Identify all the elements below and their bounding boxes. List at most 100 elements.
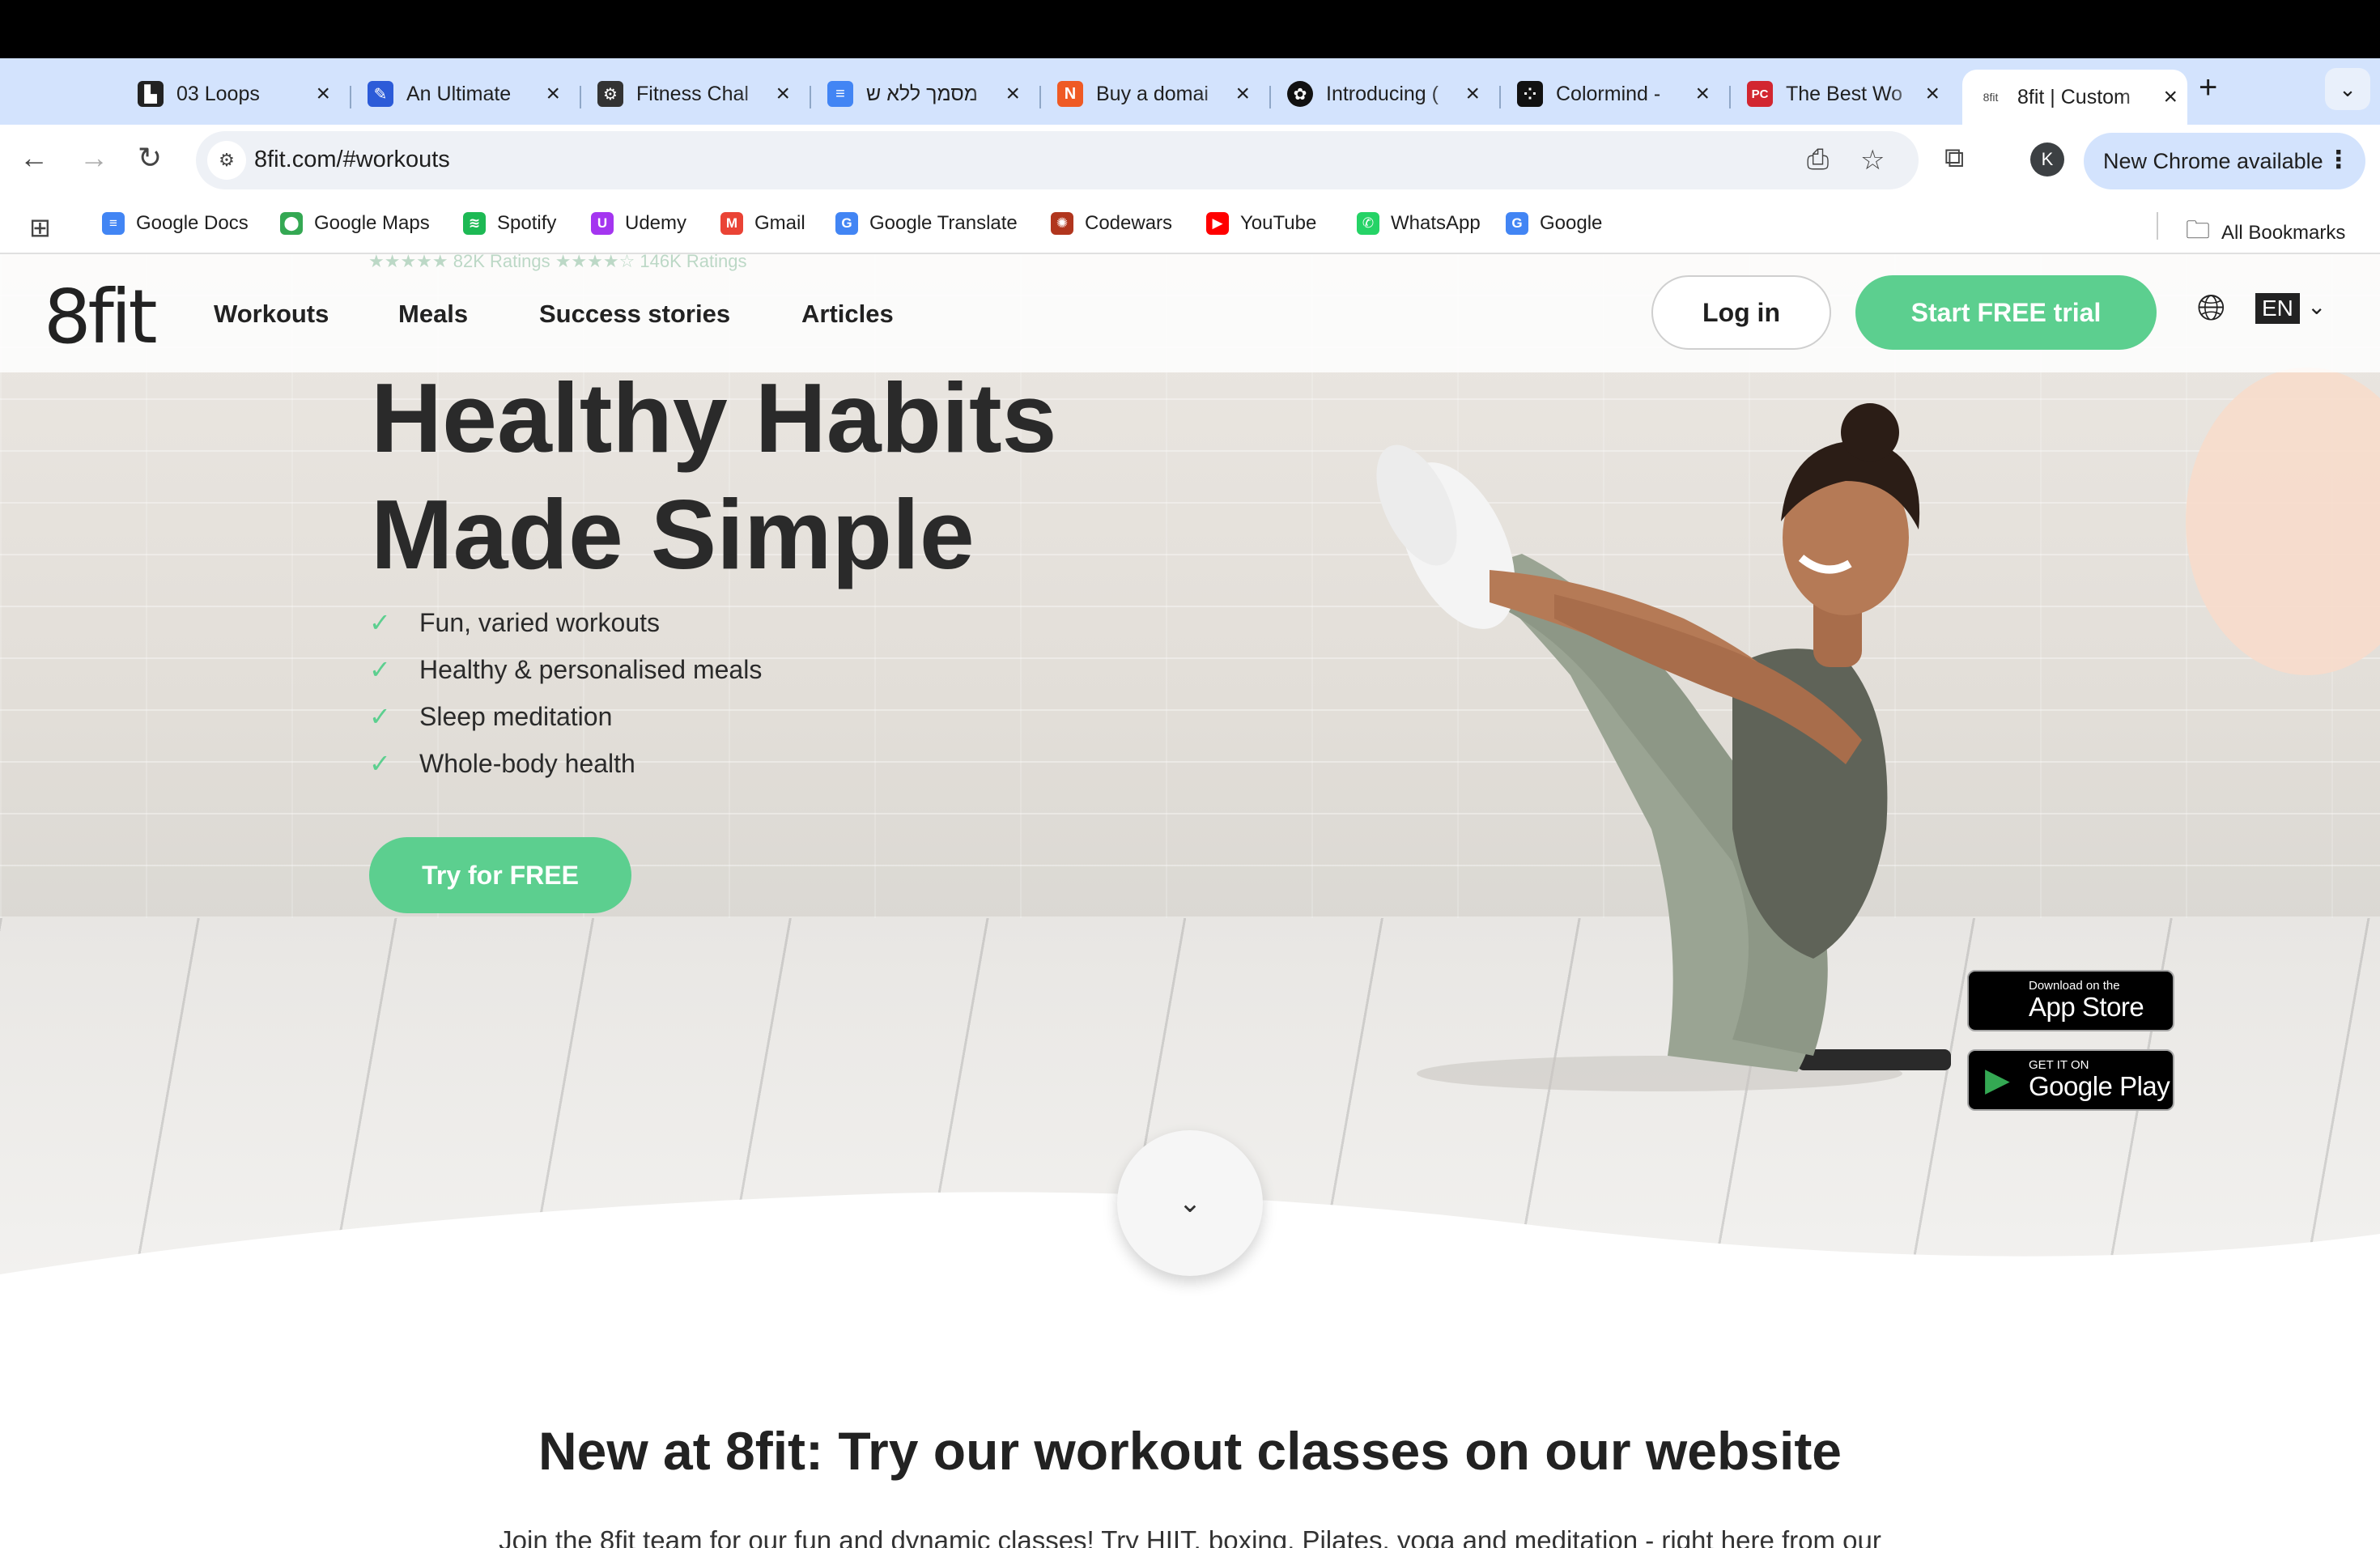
tab-divider — [580, 86, 581, 108]
google-translate-icon: G — [835, 212, 858, 235]
close-icon[interactable]: × — [316, 80, 330, 108]
apps-grid-icon[interactable]: ⊞ — [29, 212, 51, 243]
check-icon: ✓ — [369, 608, 391, 637]
tab-doc[interactable]: ≡ מסמך ללא ש × — [813, 70, 1030, 118]
hero-section: Healthy Habits Made Simple ✓ Fun, varied … — [0, 254, 2380, 1274]
8fit-logo[interactable]: 8fit — [44, 274, 158, 360]
close-icon[interactable]: × — [2163, 83, 2178, 111]
bookmark-google-translate[interactable]: G Google Translate — [835, 212, 1018, 235]
tab-colormind[interactable]: ⁘ Colormind - × — [1502, 70, 1719, 118]
feature-item: ✓ Whole-body health — [369, 740, 762, 787]
fitness-icon: ⚙ — [597, 81, 623, 107]
close-icon[interactable]: × — [1005, 80, 1020, 108]
bookmark-google[interactable]: G Google — [1506, 212, 1602, 235]
whatsapp-icon: ✆ — [1357, 212, 1379, 235]
colormind-icon: ⁘ — [1517, 81, 1543, 107]
bookmark-gmail[interactable]: M Gmail — [720, 212, 805, 235]
web-page: Healthy Habits Made Simple ✓ Fun, varied … — [0, 254, 2380, 1548]
bookmark-label: Udemy — [625, 212, 687, 234]
bookmarks-divider — [2157, 212, 2158, 240]
bookmarks-bar: ⊞ ≡ Google Docs ⬤ Google Maps ≋ Spotify U Udemy… — [0, 198, 2380, 254]
app-store-big-label: App Store — [2029, 992, 2144, 1022]
google-play-icon: ▶ — [1985, 1062, 2010, 1098]
google-play-badge[interactable]: ▶ GET IT ON Google Play — [1967, 1049, 2174, 1111]
hero-title: Healthy Habits Made Simple — [371, 359, 1180, 593]
tab-divider — [1499, 86, 1501, 108]
nav-meals[interactable]: Meals — [398, 300, 468, 329]
tab-title: The Best Wo — [1786, 82, 1903, 105]
nav-workouts[interactable]: Workouts — [214, 300, 329, 329]
install-app-icon[interactable]: ⎙ — [1807, 144, 1829, 176]
openai-icon: ✿ — [1287, 81, 1313, 107]
site-header: ★★★★★ 82K Ratings ★★★★☆ 146K Ratings 8fi… — [0, 254, 2380, 372]
close-icon[interactable]: × — [546, 80, 560, 108]
tab-best[interactable]: PC The Best Wo × — [1732, 70, 1949, 118]
codewars-icon: ✺ — [1051, 212, 1073, 235]
youtube-icon: ▶ — [1206, 212, 1229, 235]
google-play-big-label: Google Play — [2029, 1071, 2170, 1101]
globe-icon[interactable]: 🌐︎ — [2197, 288, 2225, 329]
reload-icon[interactable]: ↻ — [138, 141, 162, 175]
tab-fitness[interactable]: ⚙ Fitness Chal × — [583, 70, 800, 118]
tab-divider — [1039, 86, 1041, 108]
tab-introducing[interactable]: ✿ Introducing ( × — [1273, 70, 1490, 118]
feature-label: Sleep meditation — [419, 701, 613, 731]
nav-success-stories[interactable]: Success stories — [539, 300, 730, 329]
more-menu-icon[interactable]: ⋮ — [2327, 146, 2351, 174]
language-selector[interactable]: EN — [2255, 293, 2300, 324]
bookmark-udemy[interactable]: U Udemy — [591, 212, 686, 235]
url-text[interactable]: 8fit.com/#workouts — [254, 147, 450, 173]
close-icon[interactable]: × — [1695, 80, 1710, 108]
address-bar[interactable]: ⚙ 8fit.com/#workouts ⎙ ☆ — [196, 131, 1919, 189]
try-for-free-button[interactable]: Try for FREE — [369, 837, 631, 913]
tab-title: 03 Loops — [176, 82, 260, 105]
chevron-down-icon[interactable]: ⌄ — [2307, 293, 2326, 320]
site-info-icon[interactable]: ⚙ — [207, 141, 246, 180]
back-arrow-icon[interactable]: ← — [19, 141, 49, 175]
bookmark-youtube[interactable]: ▶ YouTube — [1206, 212, 1316, 235]
tab-03-loops[interactable]: ▙ 03 Loops × — [123, 70, 340, 118]
profile-avatar[interactable]: K — [2030, 142, 2064, 176]
start-free-trial-button[interactable]: Start FREE trial — [1855, 275, 2157, 350]
feature-list: ✓ Fun, varied workouts ✓ Healthy & persona… — [369, 599, 762, 787]
bookmark-label: Google — [1540, 212, 1603, 234]
section-description: Join the 8fit team for our fun and dynam… — [499, 1525, 1881, 1548]
bookmark-label: Spotify — [497, 212, 557, 234]
bookmark-label: Google Docs — [136, 212, 249, 234]
bookmark-label: Google Maps — [314, 212, 430, 234]
check-icon: ✓ — [369, 749, 391, 778]
bookmark-google-maps[interactable]: ⬤ Google Maps — [280, 212, 430, 235]
bookmark-codewars[interactable]: ✺ Codewars — [1051, 212, 1172, 235]
close-icon[interactable]: × — [1465, 80, 1480, 108]
bookmark-label: Google Translate — [869, 212, 1018, 234]
tab-8fit-active[interactable]: 8fit 8fit | Custom × — [1962, 70, 2187, 125]
bookmark-spotify[interactable]: ≋ Spotify — [463, 212, 556, 235]
close-icon[interactable]: × — [776, 80, 790, 108]
new-tab-plus-icon[interactable]: + — [2199, 70, 2217, 106]
bookmark-whatsapp[interactable]: ✆ WhatsApp — [1357, 212, 1481, 235]
tab-title: Colormind - — [1556, 82, 1661, 105]
tab-search-chevron-icon[interactable]: ⌄ — [2325, 68, 2370, 110]
feature-label: Whole-body health — [419, 748, 635, 778]
app-store-badge[interactable]: Download on the App Store — [1967, 970, 2174, 1031]
nav-articles[interactable]: Articles — [801, 300, 894, 329]
forward-arrow-icon[interactable]: → — [79, 141, 108, 175]
feature-label: Fun, varied workouts — [419, 607, 661, 637]
app-store-small-label: Download on the — [2029, 979, 2120, 993]
bookmark-star-icon[interactable]: ☆ — [1860, 144, 1885, 176]
google-play-small-label: GET IT ON — [2029, 1058, 2089, 1072]
chrome-update-button[interactable]: New Chrome available ⋮ — [2084, 133, 2365, 189]
close-icon[interactable]: × — [1925, 80, 1940, 108]
log-in-button[interactable]: Log in — [1651, 275, 1831, 350]
check-icon: ✓ — [369, 702, 391, 731]
bookmark-label: YouTube — [1240, 212, 1317, 234]
tab-ultimate[interactable]: ✎ An Ultimate × — [353, 70, 570, 118]
all-bookmarks-button[interactable]: 🗀 All Bookmarks — [2186, 212, 2345, 253]
tab-domain[interactable]: N Buy a domai × — [1043, 70, 1260, 118]
tab-divider — [810, 86, 811, 108]
close-icon[interactable]: × — [1235, 80, 1250, 108]
browser-toolbar: ← → ↻ ⚙ 8fit.com/#workouts ⎙ ☆ ⧉ K New C… — [0, 125, 2380, 198]
extensions-puzzle-icon[interactable]: ⧉ — [1944, 142, 1964, 174]
scroll-down-button[interactable]: ⌄ — [1117, 1130, 1263, 1276]
bookmark-google-docs[interactable]: ≡ Google Docs — [102, 212, 249, 235]
